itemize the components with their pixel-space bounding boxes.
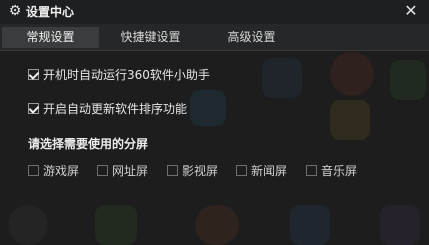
screen-option-web[interactable]: 网址屏 [97,163,167,179]
background-icon [380,205,420,245]
settings-window: ⚙ 设置中心 ✕ 常规设置 快捷键设置 高级设置 开机时自动运行360软件小助手… [0,0,429,245]
background-icon [330,100,370,140]
autostart-label: 开机时自动运行360软件小助手 [43,68,210,82]
option-autostart[interactable]: 开机时自动运行360软件小助手 [28,67,288,83]
web-label: 网址屏 [112,164,149,178]
tab-advanced[interactable]: 高级设置 [204,27,299,48]
gear-icon: ⚙ [8,3,22,19]
auto-sort-label: 开启自动更新软件排序功能 [43,102,188,116]
screens-section-title: 请选择需要使用的分屏 [28,137,149,151]
background-icon [95,205,137,245]
auto-sort-checkbox[interactable] [28,103,39,114]
tab-bar: 常规设置 快捷键设置 高级设置 [0,24,429,51]
background-icon [330,52,374,96]
screen-option-news[interactable]: 新闻屏 [236,163,306,179]
news-checkbox[interactable] [236,165,247,176]
news-label: 新闻屏 [251,164,288,178]
autostart-checkbox[interactable] [28,69,39,80]
music-label: 音乐屏 [321,164,358,178]
web-checkbox[interactable] [97,165,108,176]
games-label: 游戏屏 [43,164,80,178]
video-checkbox[interactable] [167,165,178,176]
background-icon [8,205,48,245]
background-icon [390,60,426,100]
background-icon [195,205,239,245]
window-title: 设置中心 [26,5,75,19]
background-icon [290,205,330,245]
games-checkbox[interactable] [28,165,39,176]
screen-option-video[interactable]: 影视屏 [167,163,237,179]
screen-option-games[interactable]: 游戏屏 [28,163,98,179]
screen-option-music[interactable]: 音乐屏 [306,163,376,179]
option-auto-sort[interactable]: 开启自动更新软件排序功能 [28,101,288,117]
close-icon[interactable]: ✕ [403,2,419,20]
video-label: 影视屏 [182,164,219,178]
music-checkbox[interactable] [306,165,317,176]
title-bar: ⚙ 设置中心 ✕ [0,0,429,24]
tab-hotkeys[interactable]: 快捷键设置 [103,27,198,48]
tab-general[interactable]: 常规设置 [2,27,99,48]
